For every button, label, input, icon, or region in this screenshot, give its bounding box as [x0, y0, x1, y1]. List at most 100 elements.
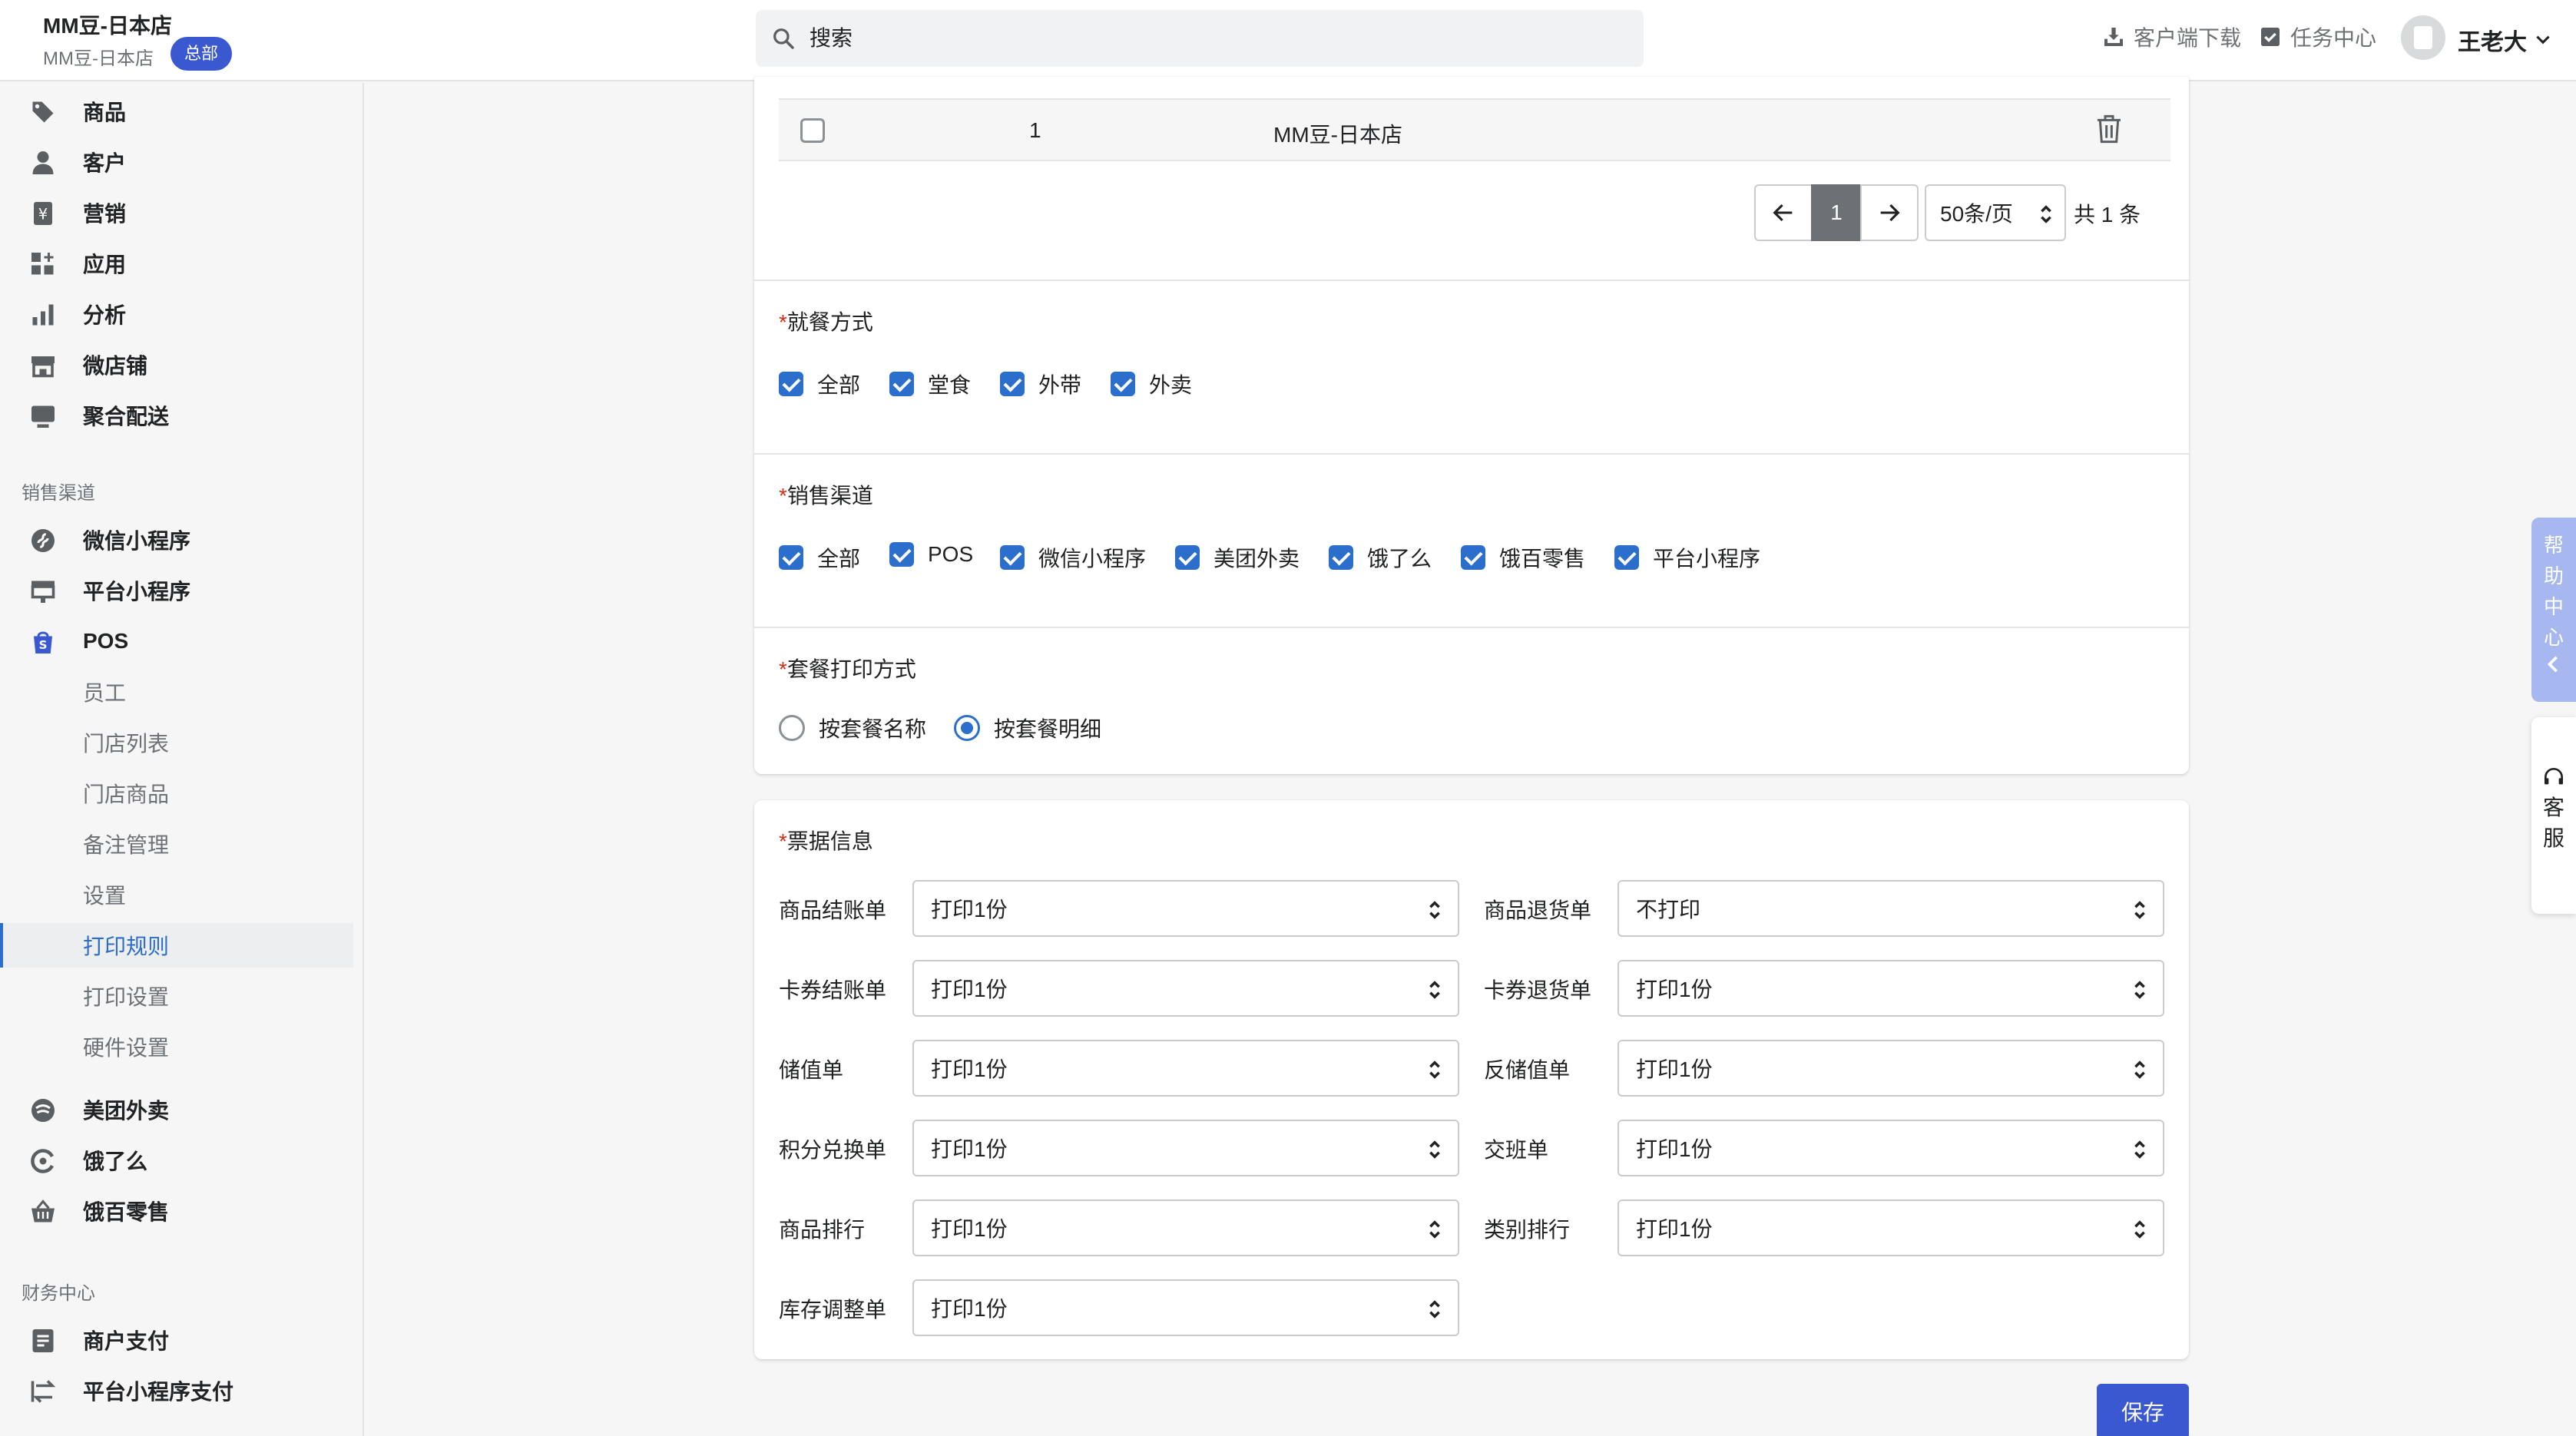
channel-option-platform-mini[interactable]: 平台小程序: [1614, 542, 1760, 573]
trash-icon[interactable]: [2094, 112, 2124, 146]
client-download-link[interactable]: 客户端下载: [2101, 22, 2241, 52]
dining-option-all[interactable]: 全部: [779, 369, 860, 399]
dining-option-dine-in[interactable]: 堂食: [889, 369, 971, 399]
sidebar-item-eleme[interactable]: 饿了么: [0, 1138, 353, 1183]
person-icon: [32, 151, 54, 174]
receipt-select-category-ranking[interactable]: 打印1份: [1617, 1199, 2164, 1256]
current-page-button[interactable]: 1: [1811, 184, 1862, 241]
required-star: *: [779, 829, 787, 853]
option-label: 微信小程序: [1038, 547, 1147, 571]
search-input[interactable]: [810, 26, 1578, 51]
checkbox[interactable]: [1614, 545, 1639, 570]
sidebar-subitem-store-list[interactable]: 门店列表: [0, 720, 353, 765]
receipt-select-points-exchange[interactable]: 打印1份: [912, 1120, 1459, 1176]
sidebar-item-wechat-mini[interactable]: 微信小程序: [0, 518, 353, 562]
shop-name[interactable]: MM豆-日本店: [43, 9, 172, 40]
sidebar-item-micro-store[interactable]: 微店铺: [0, 342, 353, 387]
checkbox[interactable]: [1000, 545, 1025, 570]
save-button[interactable]: 保存: [2097, 1384, 2189, 1436]
sidebar-item-products[interactable]: 商品: [0, 89, 353, 134]
page-size-select[interactable]: 50条/页: [1925, 184, 2066, 241]
receipt-select-value: 不打印: [1636, 898, 1701, 921]
checkbox[interactable]: [1329, 545, 1353, 570]
receipt-select-stored-value[interactable]: 打印1份: [912, 1040, 1459, 1097]
receipt-info-text: 票据信息: [786, 829, 873, 853]
option-label: 饿百零售: [1499, 547, 1586, 571]
dining-option-delivery[interactable]: 外卖: [1111, 369, 1192, 399]
arrow-right-icon: [1880, 203, 1900, 222]
receipt-select-reverse-stored[interactable]: 打印1份: [1617, 1040, 2164, 1097]
checkbox[interactable]: [779, 545, 803, 570]
radio[interactable]: [779, 715, 805, 741]
sidebar-item-merchant-pay[interactable]: 商户支付: [0, 1318, 353, 1362]
receipt-select-stock-adjust[interactable]: 打印1份: [912, 1279, 1459, 1336]
dining-option-takeaway[interactable]: 外带: [1000, 369, 1081, 399]
checkbox[interactable]: [889, 372, 914, 396]
option-label: 外带: [1038, 373, 1082, 397]
next-page-button[interactable]: [1860, 184, 1919, 241]
store-icon: [31, 356, 55, 378]
sidebar-item-analytics[interactable]: 分析: [0, 292, 353, 336]
channel-option-eleme[interactable]: 饿了么: [1329, 542, 1432, 573]
receipt-label: 库存调整单: [779, 1298, 887, 1322]
customer-service-tab[interactable]: 客 服: [2531, 717, 2576, 914]
avatar[interactable]: [2401, 15, 2445, 60]
checkbox[interactable]: [1175, 545, 1200, 570]
receipt-select-coupon-checkout[interactable]: 打印1份: [912, 960, 1459, 1017]
sidebar-item-label: 商户支付: [83, 1329, 170, 1353]
radio[interactable]: [954, 715, 980, 741]
package-print-option-name[interactable]: 按套餐名称: [779, 713, 926, 743]
sidebar-item-meituan[interactable]: 美团外卖: [0, 1087, 353, 1132]
checkbox[interactable]: [779, 372, 803, 396]
sidebar-subitem-notes[interactable]: 备注管理: [0, 822, 353, 866]
sidebar-item-pos[interactable]: S POS: [0, 619, 353, 663]
checkbox[interactable]: [1111, 372, 1135, 396]
receipt-label: 积分兑换单: [779, 1138, 887, 1162]
task-center-link[interactable]: 任务中心: [2258, 22, 2376, 52]
headset-icon: [2545, 768, 2563, 785]
sidebar-item-delivery[interactable]: 聚合配送: [0, 393, 353, 438]
checkbox[interactable]: [889, 542, 914, 567]
receipt-select-product-return[interactable]: 不打印: [1617, 880, 2164, 937]
user-menu[interactable]: 王老大: [2458, 23, 2553, 57]
sidebar-subitem-label: 打印规则: [83, 935, 170, 958]
channel-option-pos[interactable]: POS: [889, 542, 973, 567]
sidebar-subitem-print-rules[interactable]: 打印规则: [0, 923, 353, 968]
sidebar-item-customers[interactable]: 客户: [0, 140, 353, 184]
row-checkbox[interactable]: [800, 118, 825, 143]
sidebar-item-ebai[interactable]: 饿百零售: [0, 1189, 353, 1233]
sidebar-item-platform-mini[interactable]: 平台小程序: [0, 568, 353, 613]
mini-program-icon: [31, 529, 55, 552]
channel-option-ebai[interactable]: 饿百零售: [1461, 542, 1585, 573]
receipt-select-value: 打印1份: [1636, 1057, 1713, 1081]
channel-option-all[interactable]: 全部: [779, 542, 860, 573]
search-bar[interactable]: [756, 10, 1644, 67]
checkbox[interactable]: [1000, 372, 1025, 396]
prev-page-button[interactable]: [1754, 184, 1813, 241]
receipt-select-shift-handover[interactable]: 打印1份: [1617, 1120, 2164, 1176]
channel-option-meituan[interactable]: 美团外卖: [1175, 542, 1300, 573]
sidebar-item-marketing[interactable]: ¥ 营销: [0, 190, 353, 235]
row-index: 1: [1029, 118, 1041, 142]
meituan-icon: [31, 1099, 55, 1122]
sidebar-item-apps[interactable]: 应用: [0, 241, 353, 286]
package-print-option-detail[interactable]: 按套餐明细: [954, 713, 1101, 743]
sidebar-subitem-store-products[interactable]: 门店商品: [0, 771, 353, 816]
row-store-name: MM豆-日本店: [1273, 123, 1402, 147]
package-print-text: 套餐打印方式: [786, 657, 916, 681]
sidebar-subitem-staff[interactable]: 员工: [0, 670, 353, 714]
sidebar-item-label: 营销: [83, 202, 127, 226]
sidebar-item-platform-pay[interactable]: 平台小程序支付: [0, 1368, 353, 1413]
sidebar-subitem-print-settings[interactable]: 打印设置: [0, 974, 353, 1018]
required-star: *: [779, 310, 787, 334]
checkbox[interactable]: [1461, 545, 1485, 570]
receipt-select-coupon-return[interactable]: 打印1份: [1617, 960, 2164, 1017]
sidebar-subitem-settings[interactable]: 设置: [0, 872, 353, 917]
channel-option-wechat-mini[interactable]: 微信小程序: [1000, 542, 1146, 573]
receipt-select-product-ranking[interactable]: 打印1份: [912, 1199, 1459, 1256]
help-center-tab[interactable]: 帮 助 中 心: [2531, 518, 2576, 702]
sidebar-subitem-hardware[interactable]: 硬件设置: [0, 1024, 353, 1069]
sidebar-item-label: POS: [83, 629, 129, 653]
help-char: 助: [2543, 564, 2564, 587]
receipt-select-checkout[interactable]: 打印1份: [912, 880, 1459, 937]
